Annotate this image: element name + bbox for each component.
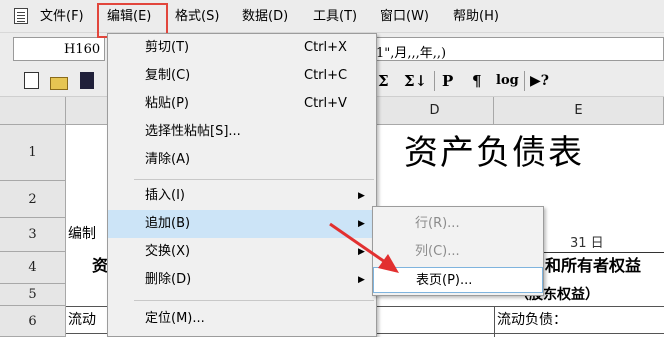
annotation-arrow-icon	[329, 222, 399, 273]
